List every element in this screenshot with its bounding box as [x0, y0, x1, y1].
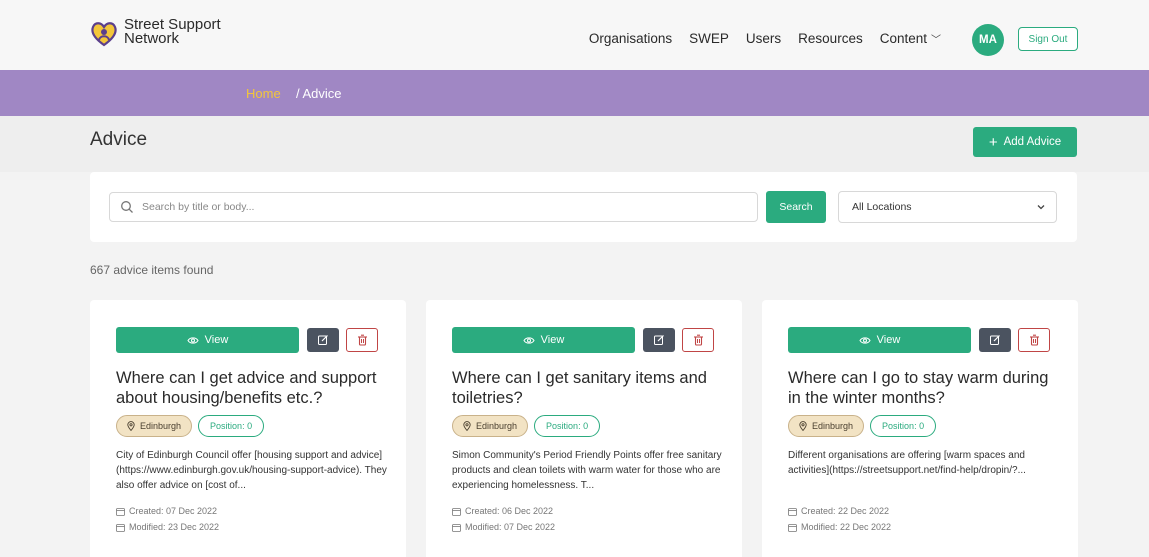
avatar[interactable]: MA	[972, 24, 1004, 56]
delete-button[interactable]	[1018, 328, 1050, 352]
location-badge: Edinburgh	[116, 415, 193, 437]
position-badge: Position: 0	[870, 415, 937, 437]
main-nav: Organisations SWEP Users Resources Conte…	[589, 31, 941, 46]
trash-icon	[357, 334, 367, 346]
created-date: Created: 22 Dec 2022	[788, 506, 889, 516]
chevron-down-icon	[1037, 205, 1045, 210]
advice-card: View Where can I get sanitary items and …	[426, 300, 742, 557]
view-button[interactable]: View	[788, 327, 971, 353]
edit-button[interactable]	[307, 328, 339, 352]
top-navbar: Street Support Network Organisations SWE…	[0, 0, 1149, 70]
plus-icon: +	[988, 133, 998, 151]
card-title: Where can I get sanitary items and toile…	[452, 369, 707, 407]
search-panel: Search All Locations	[90, 172, 1077, 242]
modified-label: Modified: 23 Dec 2022	[129, 522, 220, 532]
advice-card: View Where can I go to stay warm during …	[762, 300, 1078, 557]
view-button[interactable]: View	[116, 327, 299, 353]
edit-icon	[654, 335, 664, 345]
view-label: View	[876, 334, 901, 346]
advice-card: View Where can I get advice and support …	[90, 300, 406, 557]
breadcrumb: Home / Advice	[0, 70, 1149, 116]
logo-text: Street Support Network	[124, 17, 221, 47]
eye-icon	[187, 336, 199, 344]
eye-icon	[523, 336, 535, 344]
trash-icon	[1029, 334, 1039, 346]
search-input[interactable]	[142, 201, 732, 213]
logo[interactable]: Street Support Network	[90, 17, 221, 48]
edit-button[interactable]	[979, 328, 1011, 352]
nav-organisations[interactable]: Organisations	[589, 31, 672, 46]
edit-icon	[990, 335, 1000, 345]
delete-button[interactable]	[682, 328, 714, 352]
card-title: Where can I go to stay warm during in th…	[788, 369, 1049, 407]
delete-button[interactable]	[346, 328, 378, 352]
position-badge: Position: 0	[534, 415, 601, 437]
location-select-value: All Locations	[852, 201, 912, 213]
card-tags: Edinburgh Position: 0	[116, 415, 265, 437]
nav-content-dropdown[interactable]: Content ﹀	[880, 31, 941, 46]
results-count: 667 advice items found	[90, 263, 214, 277]
card-tags: Edinburgh Position: 0	[452, 415, 601, 437]
created-date: Created: 06 Dec 2022	[452, 506, 553, 516]
nav-content-label: Content	[879, 31, 927, 46]
location-pin-icon	[799, 421, 807, 431]
calendar-icon	[788, 507, 797, 516]
location-select[interactable]: All Locations	[838, 191, 1057, 223]
calendar-icon	[452, 523, 461, 532]
calendar-icon	[116, 507, 125, 516]
add-advice-label: Add Advice	[1003, 136, 1062, 148]
location-pin-icon	[463, 421, 471, 431]
edit-button[interactable]	[643, 328, 675, 352]
card-body: City of Edinburgh Council offer [housing…	[116, 450, 387, 491]
trash-icon	[693, 334, 703, 346]
nav-users[interactable]: Users	[746, 31, 781, 46]
modified-date: Modified: 22 Dec 2022	[788, 522, 891, 532]
add-advice-button[interactable]: + Add Advice	[973, 127, 1077, 157]
search-icon	[121, 201, 133, 213]
view-button[interactable]: View	[452, 327, 635, 353]
page-title: Advice	[90, 129, 148, 150]
location-label: Edinburgh	[812, 421, 854, 431]
card-body: Simon Community's Period Friendly Points…	[452, 450, 722, 491]
created-label: Created: 07 Dec 2022	[129, 506, 218, 516]
breadcrumb-current: / Advice	[296, 85, 342, 101]
location-badge: Edinburgh	[452, 415, 529, 437]
created-date: Created: 07 Dec 2022	[116, 506, 217, 516]
nav-resources[interactable]: Resources	[798, 31, 863, 46]
modified-date: Modified: 07 Dec 2022	[452, 522, 555, 532]
nav-swep[interactable]: SWEP	[689, 31, 729, 46]
calendar-icon	[788, 523, 797, 532]
location-badge: Edinburgh	[788, 415, 865, 437]
logo-line-2: Network	[124, 30, 180, 47]
modified-label: Modified: 07 Dec 2022	[465, 522, 556, 532]
card-tags: Edinburgh Position: 0	[788, 415, 937, 437]
card-body: Different organisations are offering [wa…	[788, 450, 1026, 476]
modified-date: Modified: 23 Dec 2022	[116, 522, 219, 532]
view-label: View	[204, 334, 229, 346]
position-badge: Position: 0	[198, 415, 265, 437]
page-header: Advice + Add Advice	[0, 116, 1149, 172]
location-pin-icon	[127, 421, 135, 431]
card-title: Where can I get advice and support about…	[116, 369, 377, 407]
logo-heart-icon	[91, 22, 117, 47]
created-label: Created: 22 Dec 2022	[801, 506, 890, 516]
location-label: Edinburgh	[476, 421, 518, 431]
chevron-down-icon: ﹀	[931, 35, 941, 46]
created-label: Created: 06 Dec 2022	[465, 506, 554, 516]
edit-icon	[318, 335, 328, 345]
sign-out-button[interactable]: Sign Out	[1018, 27, 1078, 51]
calendar-icon	[116, 523, 125, 532]
view-label: View	[540, 334, 565, 346]
modified-label: Modified: 22 Dec 2022	[801, 522, 892, 532]
search-button[interactable]: Search	[766, 191, 826, 223]
search-field[interactable]	[109, 192, 758, 222]
location-label: Edinburgh	[140, 421, 182, 431]
eye-icon	[859, 336, 871, 344]
calendar-icon	[452, 507, 461, 516]
breadcrumb-home-link[interactable]: Home	[246, 86, 281, 101]
